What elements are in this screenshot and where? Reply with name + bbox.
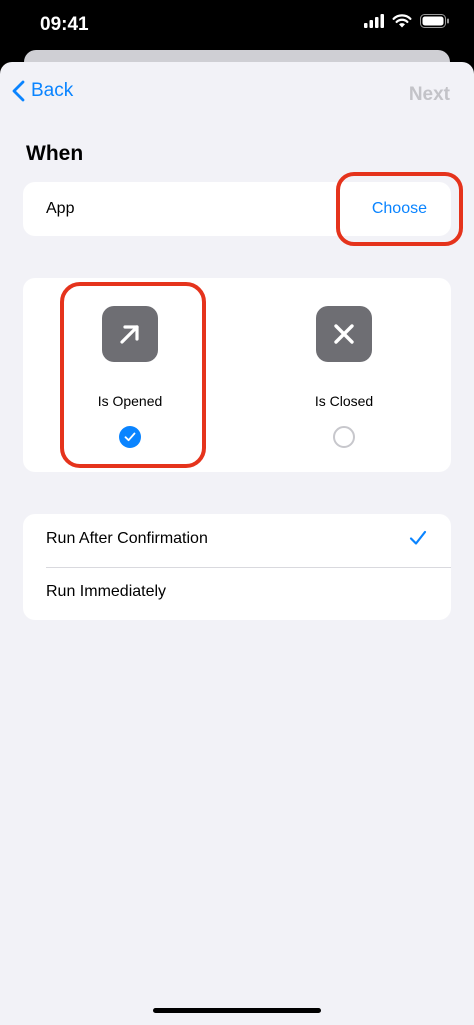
chevron-left-icon bbox=[12, 80, 25, 102]
home-indicator bbox=[153, 1008, 321, 1013]
radio-unselected[interactable] bbox=[333, 426, 355, 448]
navigation-bar: Back Next bbox=[0, 62, 474, 126]
status-time: 09:41 bbox=[40, 14, 89, 35]
event-label: Is Closed bbox=[314, 393, 374, 409]
status-icons bbox=[364, 14, 450, 28]
run-option-after-confirmation[interactable]: Run After Confirmation bbox=[23, 514, 451, 567]
next-button[interactable]: Next bbox=[409, 84, 450, 106]
status-bar: 09:41 bbox=[0, 0, 474, 48]
wifi-icon bbox=[392, 14, 412, 28]
x-mark-icon bbox=[316, 306, 372, 362]
checkmark-icon bbox=[409, 530, 427, 545]
section-title: When bbox=[26, 142, 84, 165]
back-button[interactable]: Back bbox=[12, 80, 73, 102]
choose-highlight bbox=[336, 172, 463, 246]
back-label: Back bbox=[31, 80, 74, 101]
automation-sheet: Back Next When App Choose Is Opened Is C… bbox=[0, 62, 474, 1025]
run-option-immediately[interactable]: Run Immediately bbox=[23, 567, 451, 620]
is-opened-highlight bbox=[60, 282, 206, 468]
battery-icon bbox=[420, 14, 449, 28]
run-options: Run After Confirmation Run Immediately bbox=[23, 514, 451, 620]
run-option-label: Run Immediately bbox=[46, 583, 167, 600]
app-label: App bbox=[46, 200, 75, 217]
event-option-is-closed[interactable]: Is Closed bbox=[237, 278, 451, 472]
cellular-signal-icon bbox=[364, 14, 384, 28]
run-option-label: Run After Confirmation bbox=[46, 530, 208, 547]
